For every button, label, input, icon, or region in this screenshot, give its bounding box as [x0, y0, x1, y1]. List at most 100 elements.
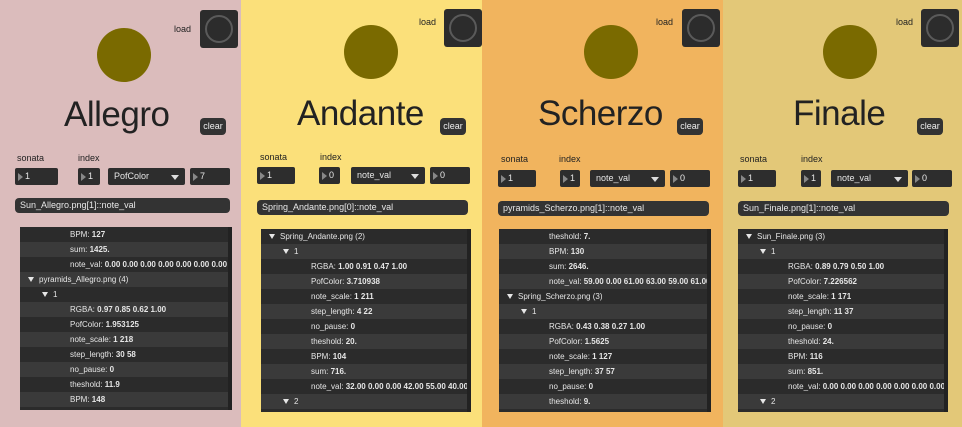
tree-key: step_length: — [788, 307, 832, 316]
path-message[interactable]: Sun_Allegro.png[1]::note_val — [15, 198, 230, 213]
tree-row[interactable]: no_pause: 0 — [20, 362, 232, 377]
tree-row[interactable]: BPM: 148 — [20, 392, 232, 407]
tree-row[interactable]: note_val: 32.00 0.00 0.00 42.00 55.00 40… — [261, 379, 471, 394]
tree-row[interactable]: no_pause: 0 — [738, 319, 948, 334]
tree-row[interactable]: PofColor: 7.226562 — [738, 274, 948, 289]
tree-row[interactable]: theshold: 9. — [499, 394, 711, 409]
tree-row[interactable]: BPM: 108 — [499, 409, 711, 412]
tree-row[interactable]: note_scale: 1 127 — [499, 349, 711, 364]
tree-row[interactable]: no_pause: 0 — [261, 319, 471, 334]
tree-key: step_length: — [311, 307, 355, 316]
clear-button[interactable]: clear — [917, 118, 943, 135]
path-message[interactable]: Spring_Andante.png[0]::note_val — [257, 200, 468, 215]
tree-value: 1 127 — [592, 352, 613, 361]
tree-row[interactable]: step_length: 37 57 — [499, 364, 711, 379]
tree-row[interactable]: 2 — [738, 394, 948, 409]
tree-row[interactable]: note_val: 0.00 0.00 0.00 0.00 0.00 0.00 … — [20, 257, 232, 272]
tree-row[interactable]: no_pause: 0 — [499, 379, 711, 394]
attribute-menu[interactable]: note_val — [831, 170, 908, 187]
tree-row[interactable]: sum: 2646. — [499, 259, 711, 274]
tree-row[interactable]: pyramids_Allegro.png (4) — [20, 272, 232, 287]
attribute-menu[interactable]: PofColor — [108, 168, 185, 185]
tree-row[interactable]: 2 — [261, 394, 471, 409]
tree-row[interactable]: 1 — [261, 244, 471, 259]
number-arrow-icon — [563, 174, 568, 183]
clear-button[interactable]: clear — [677, 118, 703, 135]
output-number[interactable]: 0 — [430, 167, 470, 184]
index-label: index — [320, 152, 342, 162]
tree-row[interactable]: note_val: 0.00 0.00 0.00 0.00 0.00 0.00 … — [738, 379, 948, 394]
tree-row[interactable]: 1 — [499, 304, 711, 319]
tree-row[interactable]: sum: 1425. — [20, 242, 232, 257]
scrollbar[interactable] — [228, 227, 232, 410]
dict-tree-view[interactable]: Spring_Andante.png (2) 1 RGBA: 1.00 0.91 0… — [261, 229, 471, 412]
attribute-menu[interactable]: note_val — [351, 167, 425, 184]
scrollbar[interactable] — [707, 229, 711, 412]
chevron-down-icon — [651, 177, 659, 182]
load-button[interactable] — [682, 9, 720, 47]
path-message[interactable]: pyramids_Scherzo.png[1]::note_val — [498, 201, 709, 216]
sonata-number[interactable]: 1 — [15, 168, 58, 185]
tree-row[interactable]: RGBA: 0.43 0.38 0.27 1.00 — [499, 319, 711, 334]
movement-title: Finale — [793, 94, 886, 133]
number-arrow-icon — [193, 172, 198, 181]
tree-row[interactable]: PofColor: 1.5625 — [499, 334, 711, 349]
sonata-number[interactable]: 1 — [498, 170, 536, 187]
output-number[interactable]: 0 — [912, 170, 952, 187]
tree-row[interactable]: note_scale: 1 171 — [738, 289, 948, 304]
tree-row[interactable]: step_length: 11 37 — [738, 304, 948, 319]
tree-row[interactable]: BPM: 127 — [20, 227, 232, 242]
tree-row[interactable]: PofColor: 3.710938 — [261, 274, 471, 289]
clear-button[interactable]: clear — [200, 118, 226, 135]
tree-row[interactable]: 1 — [738, 244, 948, 259]
index-number[interactable]: 1 — [560, 170, 580, 187]
expand-triangle-icon — [269, 234, 275, 240]
tree-row[interactable]: RGBA: 0.97 0.85 0.62 1.00 — [20, 302, 232, 317]
tree-row[interactable]: RGBA: 0.89 0.79 0.50 1.00 — [738, 259, 948, 274]
tree-row[interactable]: theshold: 24. — [738, 334, 948, 349]
sonata-number[interactable]: 1 — [738, 170, 776, 187]
tree-key: PofColor: — [311, 277, 345, 286]
output-number[interactable]: 0 — [670, 170, 710, 187]
tree-row[interactable]: sum: 851. — [738, 364, 948, 379]
scrollbar[interactable] — [944, 229, 948, 412]
tree-row[interactable]: BPM: 104 — [261, 349, 471, 364]
clear-button[interactable]: clear — [440, 118, 466, 135]
index-number-value: 0 — [329, 170, 335, 180]
tree-row[interactable]: 1 — [20, 287, 232, 302]
load-button[interactable] — [921, 9, 959, 47]
tree-row[interactable]: Spring_Andante.png (2) — [261, 229, 471, 244]
scrollbar[interactable] — [467, 229, 471, 412]
tree-row[interactable]: note_scale: 1 211 — [261, 289, 471, 304]
tree-row[interactable]: step_length: 30 58 — [20, 347, 232, 362]
tree-row[interactable]: sum: 716. — [261, 364, 471, 379]
tree-row[interactable]: theshold: 11.9 — [20, 377, 232, 392]
dict-tree-view[interactable]: theshold: 7. BPM: 130 sum: 2646. note_val: … — [499, 229, 711, 412]
tree-row[interactable]: note_scale: 1 218 — [20, 332, 232, 347]
path-message[interactable]: Sun_Finale.png[1]::note_val — [738, 201, 949, 216]
tree-row[interactable]: step_length: 4 22 — [261, 304, 471, 319]
index-number[interactable]: 1 — [801, 170, 821, 187]
index-number[interactable]: 1 — [78, 168, 100, 185]
tree-row[interactable]: theshold: 20. — [261, 334, 471, 349]
load-button[interactable] — [444, 9, 482, 47]
tree-key: sum: — [311, 367, 329, 376]
tree-key: 1 — [53, 290, 58, 299]
tree-row[interactable]: BPM: 116 — [738, 349, 948, 364]
tree-row[interactable]: RGBA: 1.00 0.91 0.47 1.00 — [261, 259, 471, 274]
tree-row[interactable]: theshold: 7. — [499, 229, 711, 244]
load-button[interactable] — [200, 10, 238, 48]
attribute-menu[interactable]: note_val — [590, 170, 665, 187]
sonata-number[interactable]: 1 — [257, 167, 295, 184]
dict-tree-view[interactable]: Sun_Finale.png (3) 1 RGBA: 0.89 0.79 0.50 … — [738, 229, 948, 412]
tree-row[interactable]: PofColor: 1.953125 — [20, 317, 232, 332]
load-label: load — [419, 17, 437, 27]
tree-row[interactable]: BPM: 130 — [499, 244, 711, 259]
tree-row[interactable]: note_val: 59.00 0.00 61.00 63.00 59.00 6… — [499, 274, 711, 289]
tree-row[interactable]: Spring_Scherzo.png (3) — [499, 289, 711, 304]
index-number[interactable]: 0 — [319, 167, 340, 184]
tree-value: 59.00 0.00 61.00 63.00 59.00 61.00... — [583, 277, 711, 286]
output-number[interactable]: 7 — [190, 168, 230, 185]
dict-tree-view[interactable]: BPM: 127 sum: 1425. note_val: 0.00 0.00 0.… — [20, 227, 232, 410]
tree-row[interactable]: Sun_Finale.png (3) — [738, 229, 948, 244]
